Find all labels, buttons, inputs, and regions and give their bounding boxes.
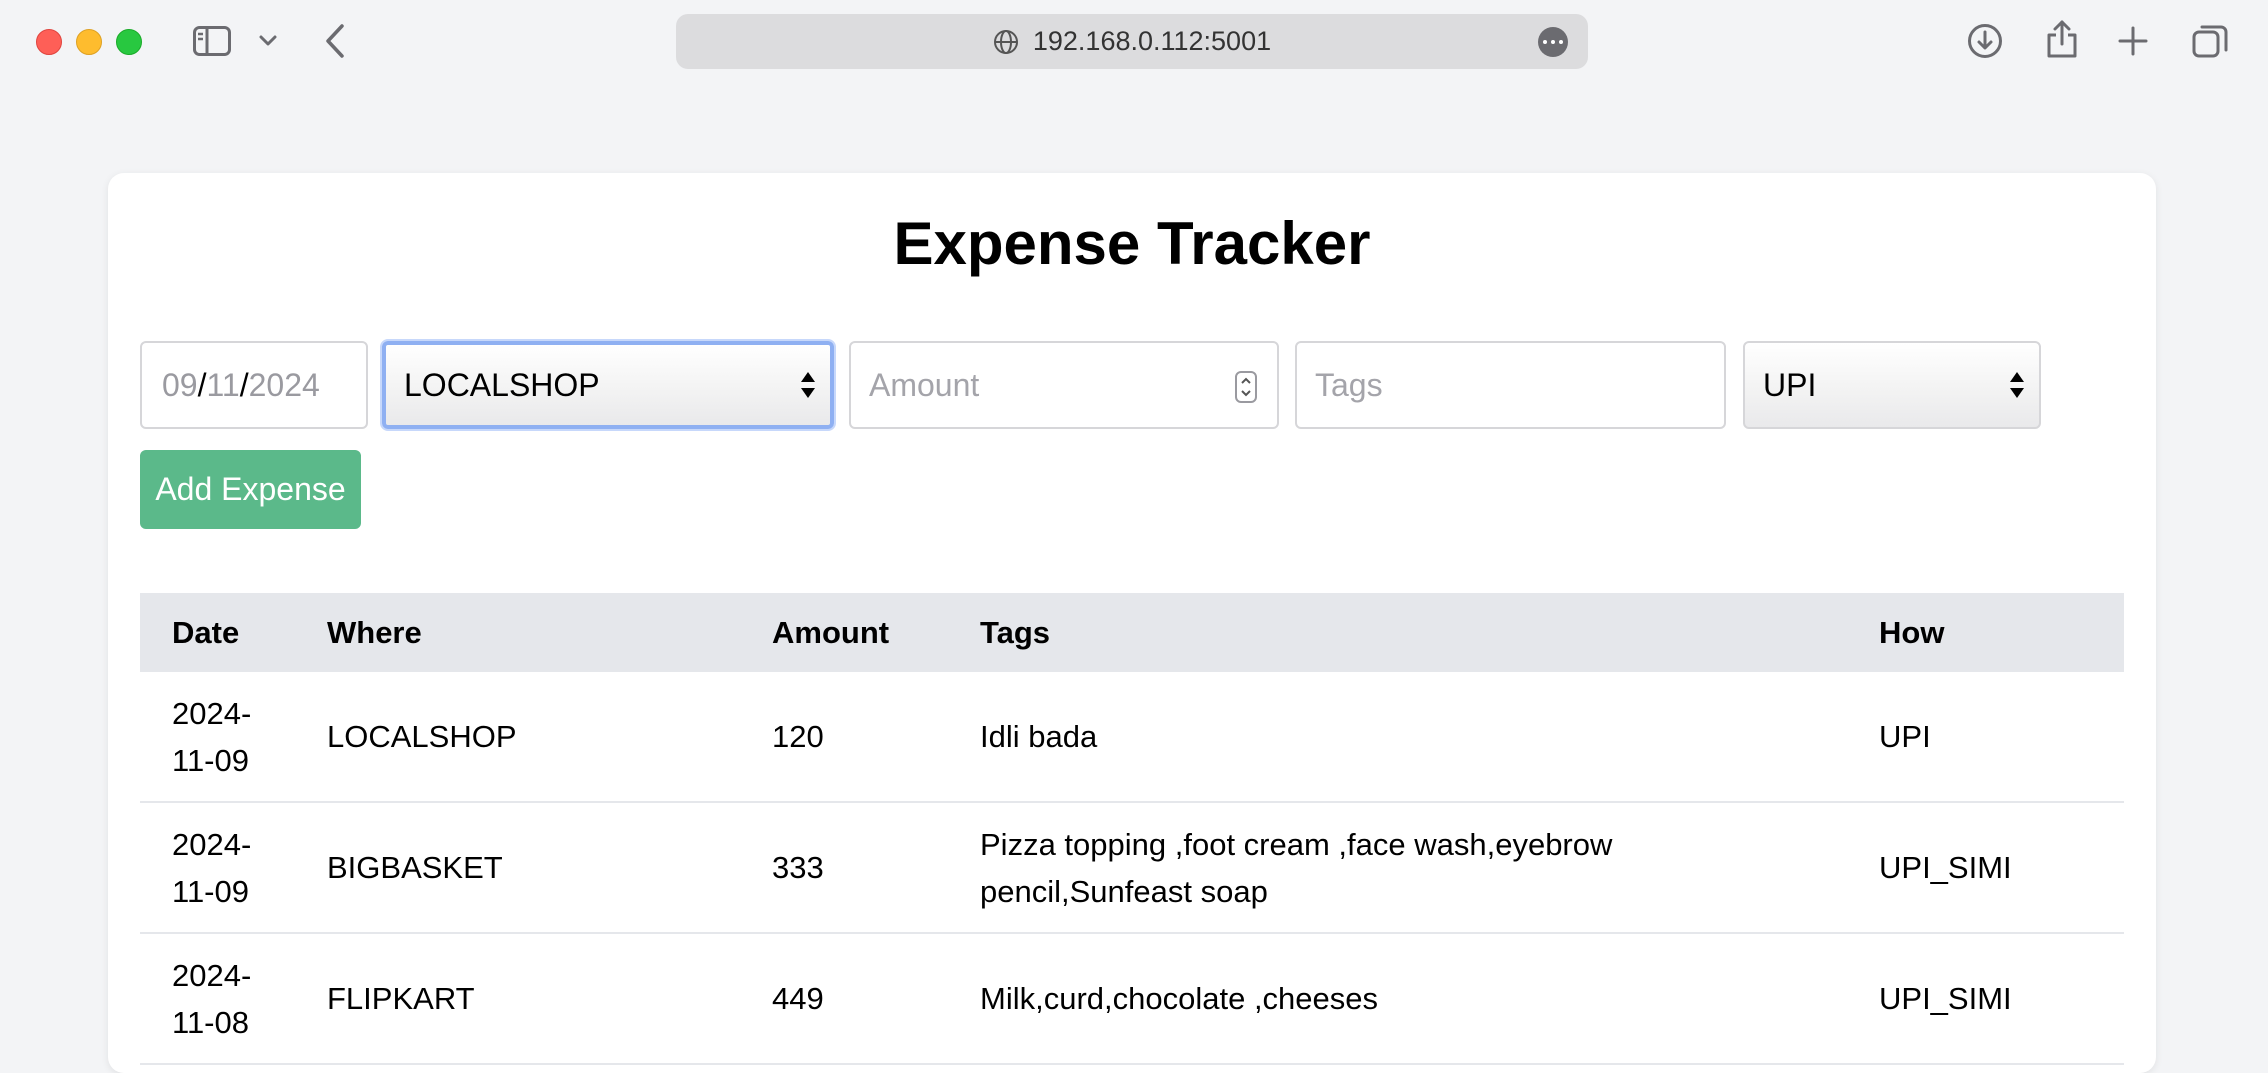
zoom-window-button[interactable] [116,29,142,55]
cell-where: FLIPKART [327,981,475,1016]
cell-where: LOCALSHOP [327,719,517,754]
minimize-window-button[interactable] [76,29,102,55]
number-stepper-icon[interactable] [1235,371,1257,403]
payment-method-value: UPI [1763,366,1817,403]
table-header: Date Where Amount Tags How [140,593,2124,672]
where-select-value: LOCALSHOP [404,366,600,403]
cell-amount: 449 [772,981,824,1016]
new-tab-plus-icon[interactable] [2116,24,2150,58]
close-window-button[interactable] [36,29,62,55]
cell-tags: Milk,curd,chocolate ,cheeses [980,981,1379,1016]
header-how: How [1879,615,1945,650]
cell-how: UPI_SIMI [1879,850,2012,885]
date-separator: / [197,366,207,403]
more-options-icon[interactable] [1538,27,1568,57]
header-where: Where [327,615,422,650]
cell-date: 2024- 11-08 [172,957,252,1040]
amount-input[interactable]: Amount [849,341,1279,429]
cell-how: UPI_SIMI [1879,981,2012,1016]
header-tags: Tags [980,615,1051,650]
table-row: 2024- 11-08 FLIPKART 449 Milk,curd,chocol… [140,934,2124,1065]
sidebar-icon[interactable] [192,24,232,58]
tags-placeholder: Tags [1315,366,1383,403]
url-text: 192.168.0.112:5001 [1032,26,1272,56]
globe-icon [993,29,1019,55]
date-separator: / [239,366,249,403]
cell-amount: 333 [772,850,824,885]
date-year[interactable]: 2024 [249,367,320,404]
date-day[interactable]: 11 [206,367,239,404]
payment-method-select[interactable]: UPI [1743,341,2041,429]
table-row: 2024- 11-09 BIGBASKET 333 Pizza topping ,… [140,803,2124,934]
cell-how: UPI [1879,719,1931,754]
amount-placeholder: Amount [869,366,980,403]
tags-input[interactable]: Tags [1295,341,1726,429]
select-arrows-icon [800,370,816,400]
address-bar[interactable]: 192.168.0.112:5001 [676,14,1588,69]
table-row: 2024- 11-09 LOCALSHOP 120 Idli bada UPI [140,672,2124,803]
date-input[interactable]: 09/11/2024 [140,341,368,429]
date-month[interactable]: 09 [162,367,198,404]
cell-date: 2024- 11-09 [172,695,252,778]
select-arrows-icon [2009,370,2025,400]
where-select[interactable]: LOCALSHOP [382,341,834,429]
header-amount: Amount [772,615,890,650]
download-icon[interactable] [1966,22,2004,60]
share-icon[interactable] [2044,18,2080,60]
back-arrow-icon[interactable] [322,22,348,60]
header-date: Date [172,615,240,650]
cell-tags: Pizza topping ,foot cream ,face wash,eye… [980,826,1613,909]
add-expense-button[interactable]: Add Expense [140,450,361,529]
expense-table: Date Where Amount Tags How 2024- 11-09 LO… [140,593,2124,1065]
cell-tags: Idli bada [980,719,1098,754]
browser-toolbar: 192.168.0.112:5001 [0,0,2268,82]
cell-where: BIGBASKET [327,850,503,885]
cell-amount: 120 [772,719,824,754]
cell-date: 2024- 11-09 [172,826,252,909]
chevron-down-icon[interactable] [256,30,280,52]
page-title: Expense Tracker [893,210,1371,277]
tab-overview-icon[interactable] [2190,22,2230,60]
expense-card: Expense Tracker 09/11/2024 LOCALSHOP Amo… [108,173,2156,1073]
